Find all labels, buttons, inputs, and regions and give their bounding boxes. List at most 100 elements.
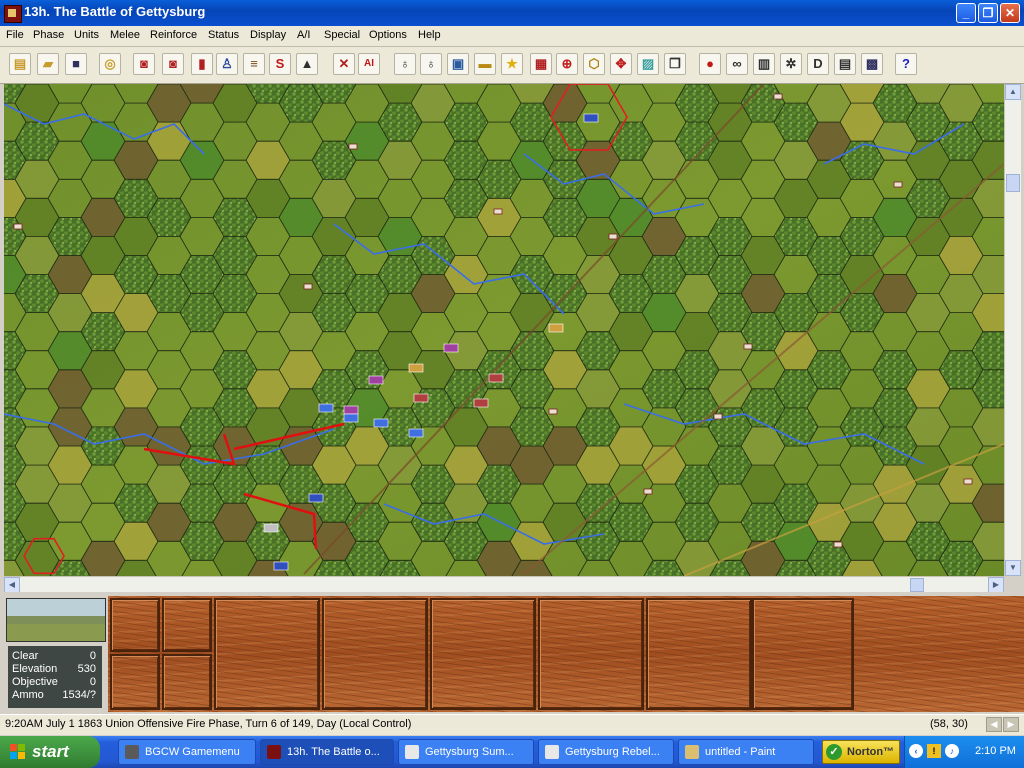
star-icon[interactable]: ★ bbox=[501, 53, 523, 75]
unit-slot[interactable] bbox=[322, 598, 428, 710]
save-icon[interactable]: ■ bbox=[65, 53, 87, 75]
help-icon[interactable]: ? bbox=[895, 53, 917, 75]
toggle-2-icon[interactable]: ∞ bbox=[726, 53, 748, 75]
hex-outline-icon[interactable]: ⬡ bbox=[583, 53, 605, 75]
document-icon bbox=[405, 745, 419, 759]
taskbar-item-label: Gettysburg Sum... bbox=[425, 746, 514, 758]
toggle-7-icon[interactable]: ▩ bbox=[861, 53, 883, 75]
scroll-left-button[interactable]: ◀ bbox=[4, 577, 20, 593]
unit-counter[interactable] bbox=[473, 398, 489, 408]
unit-counter[interactable] bbox=[443, 343, 459, 353]
menu-melee[interactable]: Melee bbox=[110, 29, 140, 41]
menu-special[interactable]: Special bbox=[324, 29, 360, 41]
horizontal-scroll-thumb[interactable] bbox=[910, 578, 924, 592]
building-icon bbox=[13, 223, 23, 230]
unit-counter[interactable] bbox=[408, 363, 424, 373]
hex-map[interactable] bbox=[4, 84, 1004, 576]
taskbar-item[interactable]: BGCW Gamemenu bbox=[118, 739, 256, 765]
toggle-1-icon[interactable]: ● bbox=[699, 53, 721, 75]
pyramid-icon[interactable]: ▲ bbox=[296, 53, 318, 75]
infantry-icon[interactable]: ♙ bbox=[216, 53, 238, 75]
menu-help[interactable]: Help bbox=[418, 29, 441, 41]
menu-status[interactable]: Status bbox=[208, 29, 239, 41]
menu-units[interactable]: Units bbox=[74, 29, 99, 41]
melee-icon[interactable]: ◙ bbox=[162, 53, 184, 75]
toggle-d-icon[interactable]: D bbox=[807, 53, 829, 75]
cannon-app-icon[interactable] bbox=[4, 5, 22, 23]
volume-icon[interactable]: ♪ bbox=[945, 744, 959, 758]
unit-counter[interactable] bbox=[343, 413, 359, 423]
tray-expand-icon[interactable]: ‹ bbox=[909, 744, 923, 758]
move-icon[interactable]: ✥ bbox=[610, 53, 632, 75]
artillery-icon[interactable]: ≡ bbox=[243, 53, 265, 75]
minimize-button[interactable]: _ bbox=[956, 3, 976, 23]
unit-slot[interactable] bbox=[538, 598, 644, 710]
open-icon[interactable]: ▰ bbox=[37, 53, 59, 75]
start-button[interactable]: start bbox=[0, 736, 100, 768]
warning-icon[interactable]: ! bbox=[927, 744, 941, 758]
unit-slot[interactable] bbox=[162, 654, 212, 710]
unit-slot[interactable] bbox=[752, 598, 854, 710]
map-icon[interactable]: ▣ bbox=[447, 53, 469, 75]
menu-options[interactable]: Options bbox=[369, 29, 407, 41]
target-icon[interactable]: ⊕ bbox=[556, 53, 578, 75]
toggle-3-icon[interactable]: ▥ bbox=[753, 53, 775, 75]
taskbar-item[interactable]: Gettysburg Sum... bbox=[398, 739, 534, 765]
hex-down-icon[interactable]: ♁ bbox=[420, 53, 442, 75]
hex-coordinates: (58, 30) bbox=[930, 718, 968, 730]
unit-counter[interactable] bbox=[408, 428, 424, 438]
hex-up-icon[interactable]: ♁ bbox=[394, 53, 416, 75]
map-horizontal-scrollbar[interactable]: ◀ ▶ bbox=[4, 576, 1004, 593]
unit-counter[interactable] bbox=[308, 493, 324, 503]
taskbar-item[interactable]: untitled - Paint bbox=[678, 739, 814, 765]
toggle-6-icon[interactable]: ▤ bbox=[834, 53, 856, 75]
close-button[interactable]: ✕ bbox=[1000, 3, 1020, 23]
restore-button[interactable]: ❐ bbox=[978, 3, 998, 23]
norton-button[interactable]: ✓ Norton™ bbox=[822, 740, 900, 764]
map-vertical-scrollbar[interactable]: ▲ ▼ bbox=[1004, 84, 1021, 576]
windows-icon[interactable]: ❐ bbox=[664, 53, 686, 75]
replay-icon[interactable]: ◎ bbox=[99, 53, 121, 75]
flag-icon[interactable]: ▦ bbox=[530, 53, 552, 75]
unit-counter[interactable] bbox=[413, 393, 429, 403]
unit-counter[interactable] bbox=[368, 375, 384, 385]
taskbar-item[interactable]: Gettysburg Rebel... bbox=[538, 739, 674, 765]
ai-icon[interactable]: AI bbox=[358, 53, 380, 75]
unit-slot[interactable] bbox=[646, 598, 752, 710]
unit-slot[interactable] bbox=[430, 598, 536, 710]
supply-icon[interactable]: S bbox=[269, 53, 291, 75]
unit-slot[interactable] bbox=[162, 598, 212, 652]
battle-map[interactable] bbox=[4, 84, 1004, 576]
unit-counter[interactable] bbox=[273, 561, 289, 571]
next-arrow-icon[interactable]: ▶ bbox=[1003, 717, 1019, 732]
scroll-up-button[interactable]: ▲ bbox=[1005, 84, 1021, 100]
stack-icon[interactable]: ▮ bbox=[191, 53, 213, 75]
unit-counter[interactable] bbox=[583, 113, 599, 123]
unit-counter[interactable] bbox=[548, 323, 564, 333]
unit-slot[interactable] bbox=[110, 598, 160, 652]
menu-phase[interactable]: Phase bbox=[33, 29, 64, 41]
unit-counter[interactable] bbox=[318, 403, 334, 413]
leader-icon[interactable]: ▬ bbox=[474, 53, 496, 75]
prev-arrow-icon[interactable]: ◀ bbox=[986, 717, 1002, 732]
vertical-scroll-thumb[interactable] bbox=[1006, 174, 1020, 192]
menu-ai[interactable]: A/I bbox=[297, 29, 310, 41]
unit-counter[interactable] bbox=[343, 405, 359, 415]
cannon-icon[interactable]: ✕ bbox=[333, 53, 355, 75]
unit-slot[interactable] bbox=[110, 654, 160, 710]
terrain-info-row: Objective 0 bbox=[12, 676, 98, 689]
menu-display[interactable]: Display bbox=[250, 29, 286, 41]
taskbar-item[interactable]: 13h. The Battle o... bbox=[260, 739, 394, 765]
menu-file[interactable]: File bbox=[6, 29, 24, 41]
unit-counter[interactable] bbox=[263, 523, 279, 533]
scroll-down-button[interactable]: ▼ bbox=[1005, 560, 1021, 576]
unit-counter[interactable] bbox=[488, 373, 504, 383]
fire-icon[interactable]: ◙ bbox=[133, 53, 155, 75]
new-icon[interactable]: ▤ bbox=[9, 53, 31, 75]
toggle-4-icon[interactable]: ✲ bbox=[780, 53, 802, 75]
unit-counter[interactable] bbox=[373, 418, 389, 428]
unit-slot[interactable] bbox=[214, 598, 320, 710]
scroll-right-button[interactable]: ▶ bbox=[988, 577, 1004, 593]
highlight-icon[interactable]: ▨ bbox=[637, 53, 659, 75]
menu-reinforce[interactable]: Reinforce bbox=[150, 29, 197, 41]
